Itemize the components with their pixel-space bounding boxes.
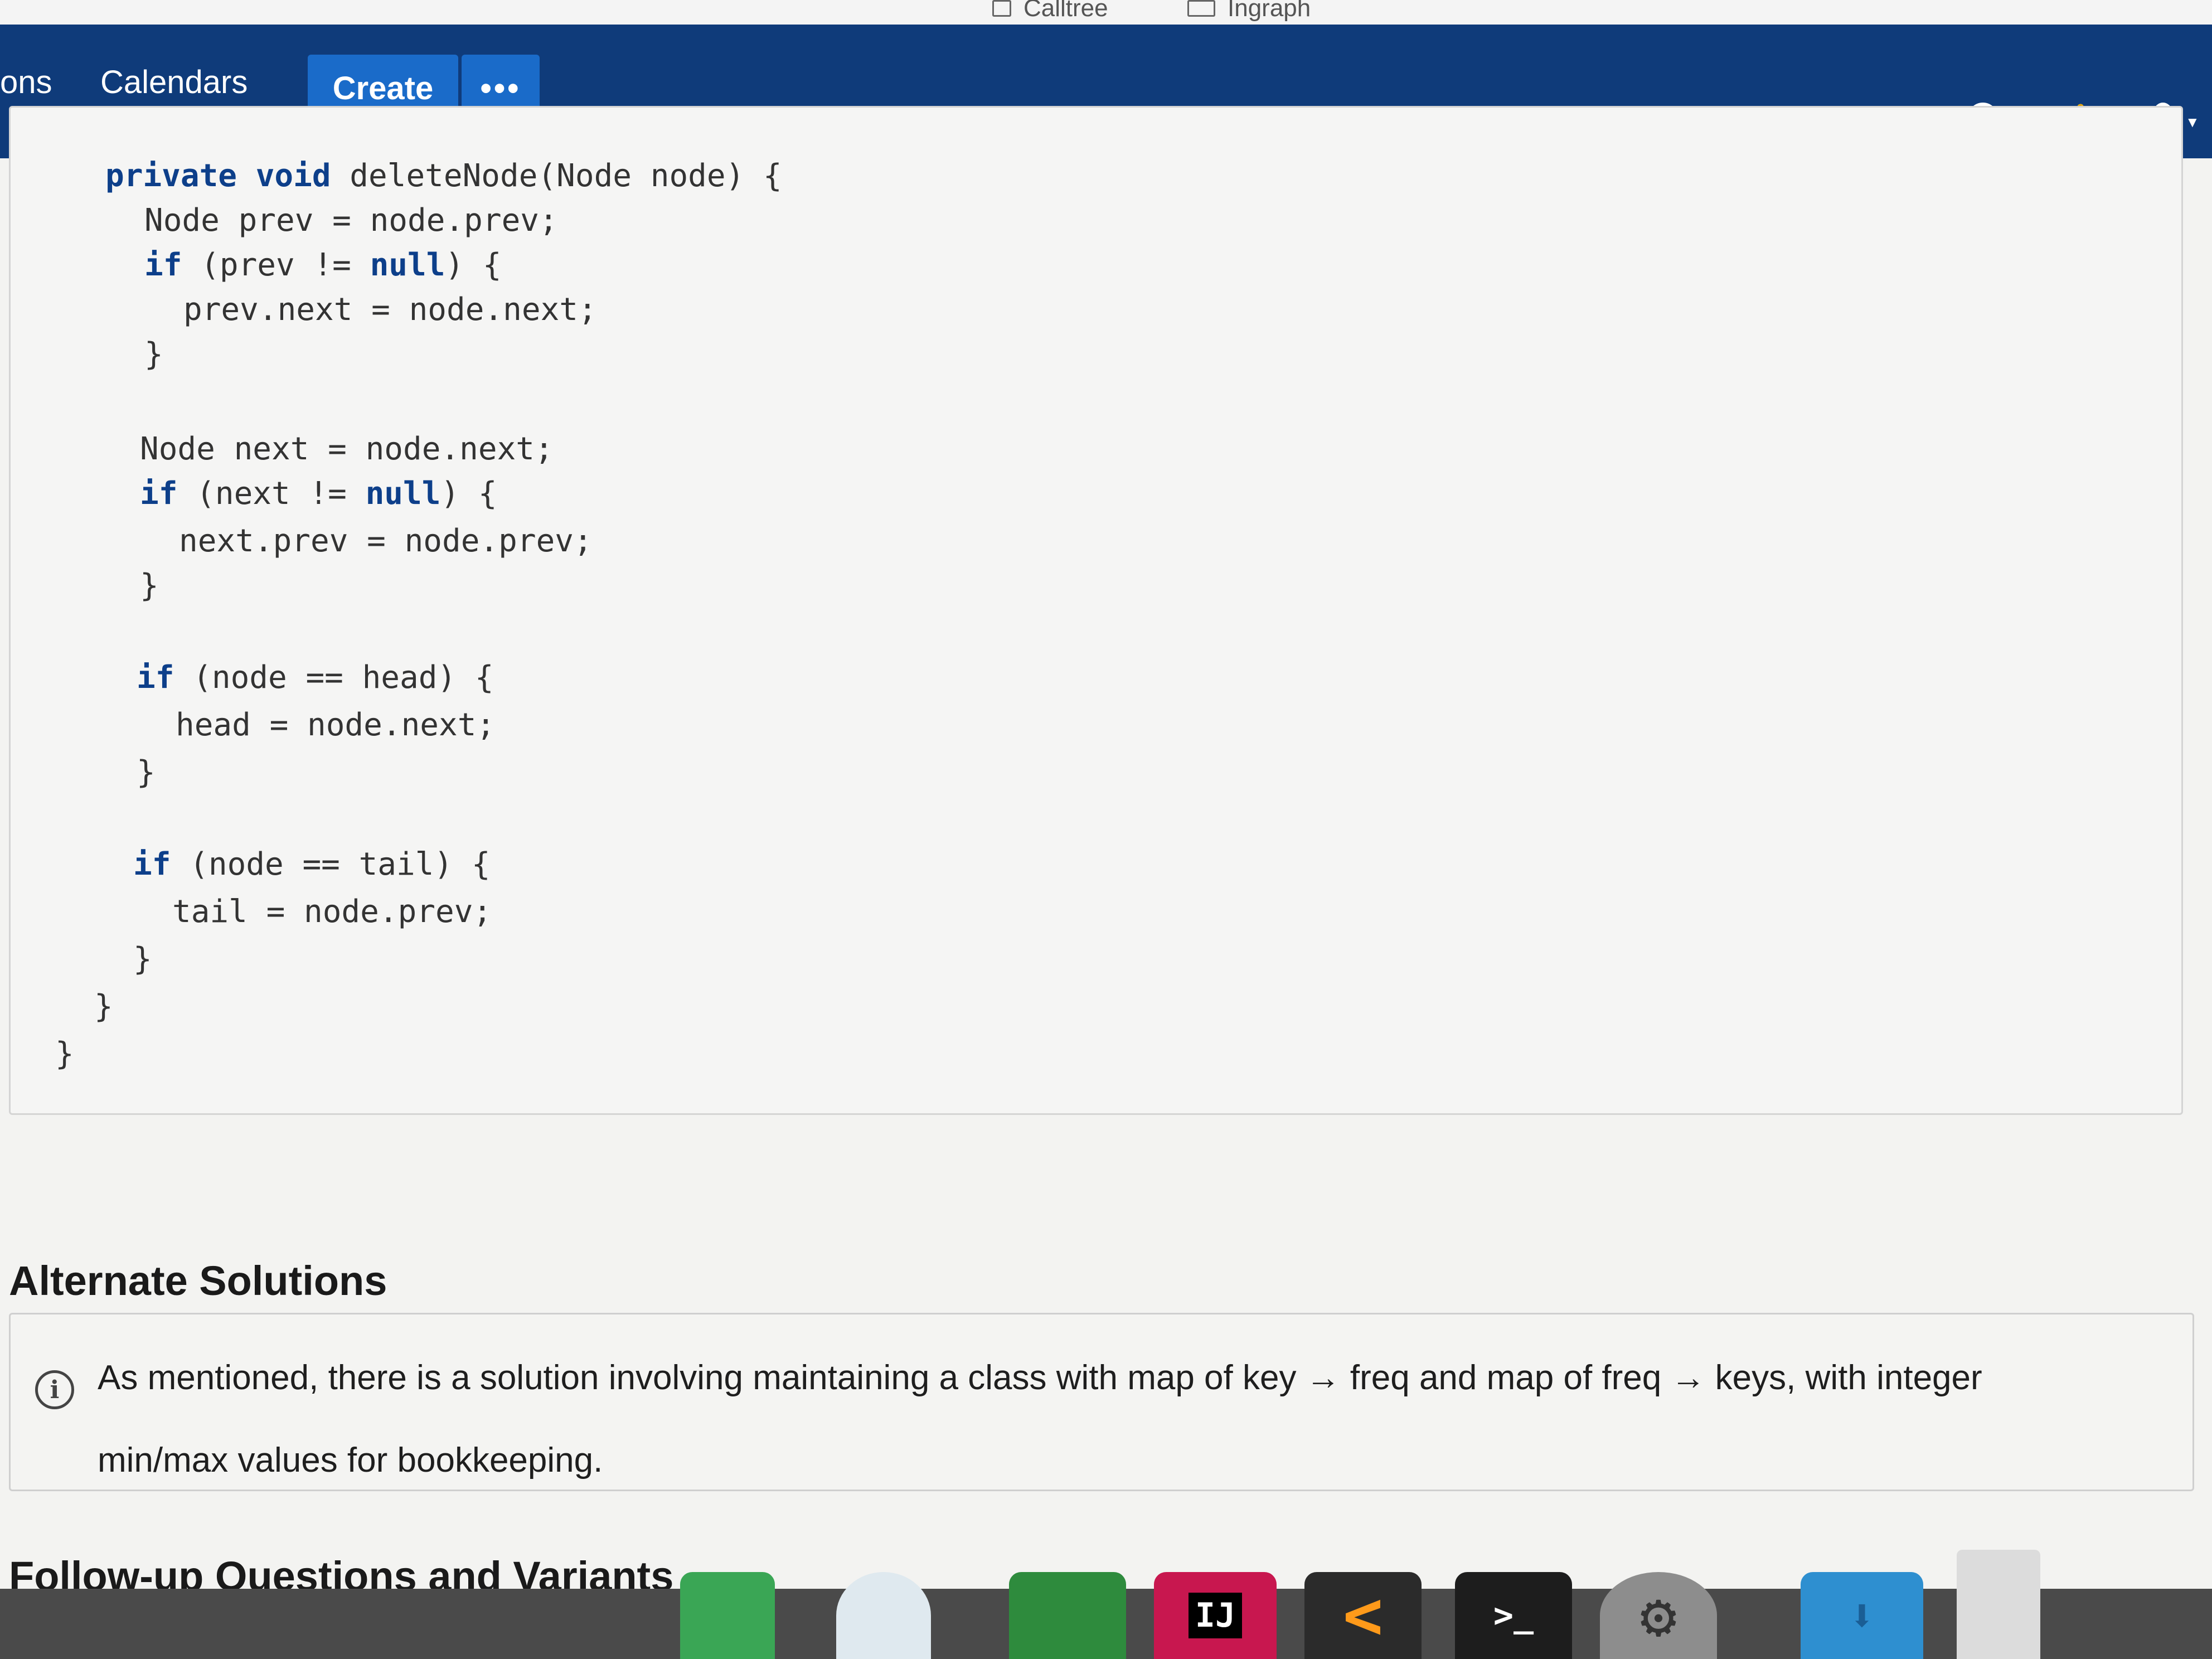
intellij-glyph: IJ [1188, 1593, 1243, 1638]
gear-icon: ⚙ [1639, 1580, 1677, 1651]
dock-app-finder-icon[interactable] [1009, 1572, 1126, 1659]
dock-app-downloads-folder-icon[interactable]: ⬇ [1801, 1572, 1923, 1659]
nav-item-calendars[interactable]: Calendars [100, 64, 248, 101]
info-icon: i [35, 1370, 74, 1409]
code-line: Node prev = node.prev; [144, 202, 558, 239]
code-line: } [94, 988, 113, 1025]
code-line: if (next != null) { [140, 476, 497, 512]
info-panel-text: As mentioned, there is a solution involv… [98, 1359, 1982, 1479]
bookmark-label: Ingraph [1228, 0, 1311, 22]
download-arrow-icon: ⬇ [1848, 1589, 1876, 1642]
dock-app-terminal-icon[interactable]: >_ [1455, 1572, 1572, 1659]
section-title-alternate-solutions: Alternate Solutions [9, 1258, 387, 1304]
dock-app-intellij-icon[interactable]: IJ [1154, 1572, 1277, 1659]
code-line: prev.next = node.next; [183, 292, 597, 328]
code-line: if (node == tail) { [133, 846, 491, 882]
code-line: tail = node.prev; [172, 894, 492, 930]
code-block: private void deleteNode(Node node) { Nod… [9, 106, 2183, 1115]
terminal-glyph: >_ [1493, 1596, 1534, 1635]
dock-app-safari-icon[interactable] [836, 1572, 931, 1659]
code-content: private void deleteNode(Node node) { Nod… [11, 108, 782, 1072]
bookmark-ingraph[interactable]: Ingraph [1187, 0, 1311, 22]
code-line: } [140, 567, 159, 604]
bookmarks-bar: Calltree Ingraph [0, 0, 2212, 27]
chevron-down-icon: ▼ [2185, 113, 2200, 130]
nav-item-partial[interactable]: ons [0, 64, 52, 101]
bookmark-label: Calltree [1023, 0, 1108, 22]
dock-app-system-preferences-icon[interactable]: ⚙ [1600, 1572, 1717, 1659]
code-line: } [133, 941, 152, 977]
bookmark-calltree[interactable]: Calltree [992, 0, 1108, 22]
dock-app-chrome-icon[interactable] [680, 1572, 775, 1659]
code-line: next.prev = node.prev; [179, 523, 593, 559]
info-panel: i As mentioned, there is a solution invo… [9, 1313, 2194, 1491]
code-line: if (prev != null) { [144, 247, 502, 283]
code-line: private void deleteNode(Node node) { [105, 158, 782, 194]
document-icon [992, 0, 1011, 17]
code-line: head = node.next; [176, 707, 496, 743]
dock-trash-icon[interactable] [1957, 1550, 2040, 1659]
folder-icon [1187, 0, 1215, 17]
code-line: } [55, 1036, 74, 1072]
code-line: Node next = node.next; [140, 431, 554, 467]
code-line: } [137, 754, 156, 790]
code-line: if (node == head) { [137, 659, 494, 696]
dock-app-sublime-icon[interactable]: < [1304, 1572, 1422, 1659]
code-line: } [144, 336, 163, 372]
